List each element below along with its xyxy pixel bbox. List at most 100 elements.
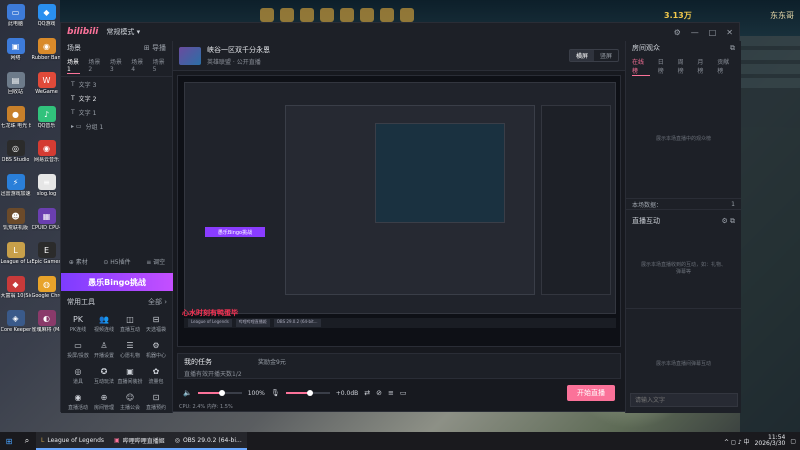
my-task-card[interactable]: 我的任务 奖励金9元 直播有效开播天数1/2 (177, 353, 621, 379)
mic-volume-slider[interactable] (285, 390, 330, 396)
room-title[interactable]: 峡谷一区双千分永恩 (207, 45, 270, 55)
desktop-icon[interactable]: ◈ Core Keeper 地... (0, 310, 31, 344)
tool-button[interactable]: ♙ 开播设置 (91, 337, 117, 363)
cpu-usage: CPU: 2.4% (179, 404, 206, 410)
tool-button[interactable]: ◉ 直播活动 (65, 389, 91, 415)
desktop-icon-label: Google Chrome (31, 293, 62, 299)
tab-online[interactable]: 在线榜 (632, 57, 650, 76)
audience-list: 展示本场直播中的观众榜 (626, 78, 741, 198)
tool-button[interactable]: ◎ 道具 (65, 363, 91, 389)
tab-weekly[interactable]: 周榜 (678, 57, 690, 76)
import-button[interactable]: ⊞ 导播 (144, 43, 166, 53)
denoise-icon[interactable]: ⊘ (376, 389, 382, 397)
scene-header: 场景 ⊞ 导播 (61, 41, 172, 55)
desktop-icon[interactable]: ≡ slog.log (31, 174, 62, 208)
portrait-button[interactable]: 竖屏 (594, 50, 618, 61)
speaker-icon[interactable]: 🔈 (183, 389, 192, 397)
taskbar-app-obs[interactable]: ◎ OBS 29.0.2 (64-bi... (169, 432, 247, 450)
tool-button[interactable]: ⊡ 直播预约 (143, 389, 169, 415)
tool-button[interactable]: ☺ 主播公会 (117, 389, 143, 415)
source-item[interactable]: T 文字 2 (61, 91, 172, 105)
desktop-icon[interactable]: ◉ Rubber Bandits (31, 38, 62, 72)
settings-icon[interactable]: ⚙ (674, 28, 681, 37)
desktop-icon[interactable]: ▭ 此电脑 (0, 4, 31, 38)
tab-scene-2[interactable]: 场景2 (88, 57, 101, 74)
tab-daily[interactable]: 日榜 (658, 57, 670, 76)
room-cover[interactable] (179, 46, 201, 65)
source-item[interactable]: T 文字 3 (61, 77, 172, 91)
desktop-icon[interactable]: ♪ QQ音乐 (31, 106, 62, 140)
interact-title: 直播互动 (632, 217, 660, 225)
desktop-icon[interactable]: ● 七龙珠 电光 炸裂！ZERO (0, 106, 31, 140)
tray-icons[interactable]: ^ ◻ ♪ 中 (724, 437, 750, 446)
tab-scene-4[interactable]: 场景4 (131, 57, 144, 74)
desktop-icon[interactable]: ◍ Google Chrome (31, 276, 62, 310)
taskbar-app-bilibili[interactable]: ▣ 哔哩哔哩直播姬 (109, 432, 170, 450)
mixer-icon[interactable]: ≡ (388, 389, 394, 397)
tool-button[interactable]: ⚙ 机器中心 (143, 337, 169, 363)
taskbar-app-league[interactable]: L League of Legends (36, 432, 110, 450)
tool-button[interactable]: ◫ 直播互动 (117, 311, 143, 337)
popout-icon[interactable]: ⧉ (730, 44, 735, 53)
preview-overlay-text: 心水时刻有鸭蛋毕 (182, 309, 238, 317)
search-icon[interactable]: ⌕ (18, 432, 36, 450)
maximize-icon[interactable]: □ (709, 28, 717, 37)
desktop-icon[interactable]: ◎ OBS Studio (0, 140, 31, 174)
add-material-button[interactable]: ⊕ 素材 (69, 257, 88, 269)
tab-scene-1[interactable]: 场景1 (67, 57, 81, 74)
app-icon: ▦ (37, 208, 56, 224)
chat-input[interactable] (630, 393, 738, 407)
microphone-icon[interactable]: 🎙 (271, 389, 280, 397)
tool-button[interactable]: PK PK连线 (65, 311, 91, 337)
desktop-icon[interactable]: ⚡ 迅雷游戏加速器 (0, 174, 31, 208)
tab-monthly[interactable]: 月榜 (697, 57, 709, 76)
desktop-icon[interactable]: L League of Legends (0, 242, 31, 276)
desktop-icon-label: QQ游戏 (37, 21, 56, 27)
desktop-icon[interactable]: ◐ 雀魂麻将 (Mahjong... (31, 310, 62, 344)
swap-icon[interactable]: ⇄ (364, 389, 370, 397)
text-icon: T (71, 80, 75, 88)
source-name: 文字 1 (78, 109, 97, 117)
clock[interactable]: 11:54 2026/3/30 (755, 435, 786, 447)
desktop-icon[interactable]: ◆ 大富翁 10(Sichen... (0, 276, 31, 310)
speaker-volume-slider[interactable] (197, 390, 242, 396)
interact-settings-icon[interactable]: ⚙ ⧉ (722, 217, 736, 226)
league-icon: L (41, 436, 45, 444)
bingo-promo-banner[interactable]: 愚乐Bingo挑战 (61, 273, 173, 291)
minimize-icon[interactable]: — (691, 28, 699, 37)
room-category: 英雄联盟 (207, 59, 232, 66)
tool-button[interactable]: ▭ 投屏/投放 (65, 337, 91, 363)
source-group[interactable]: ▸ ▭ 分组 1 (61, 119, 172, 133)
desktop-icon[interactable]: ▣ 网络 (0, 38, 31, 72)
notification-icon[interactable]: ▢ (790, 438, 796, 445)
tool-button[interactable]: ⊕ 房间管理 (91, 389, 117, 415)
close-icon[interactable]: ✕ (726, 28, 733, 37)
tool-button[interactable]: ☰ 心愿礼物 (117, 337, 143, 363)
start-icon[interactable]: ⊞ (0, 432, 18, 450)
tool-button[interactable]: ⊟ 天选福袋 (143, 311, 169, 337)
h5-plugin-button[interactable]: ⊙ H5插件 (103, 257, 130, 269)
tool-button[interactable]: ✿ 流量包 (143, 363, 169, 389)
adjust-button[interactable]: ≡ 调空 (146, 257, 165, 269)
tab-scene-3[interactable]: 场景3 (110, 57, 123, 74)
record-icon[interactable]: ▭ (400, 389, 407, 397)
desktop-icon[interactable]: W WeGame (31, 72, 62, 106)
desktop-icon[interactable]: ◆ QQ游戏 (31, 4, 62, 38)
tab-scene-5[interactable]: 场景5 (153, 57, 166, 74)
tool-button[interactable]: ✪ 互动玩法 (91, 363, 117, 389)
mode-dropdown[interactable]: 常规模式 ▾ (106, 27, 140, 37)
tool-button[interactable]: ▣ 直播间装扮 (117, 363, 143, 389)
source-item[interactable]: T 文字 1 (61, 105, 172, 119)
text-icon: T (71, 94, 75, 102)
desktop-icon[interactable]: ◉ 网易云音乐 (31, 140, 62, 174)
desktop-icon[interactable]: E Epic Games Launcher (31, 242, 62, 276)
stream-preview[interactable]: 愚乐Bingo挑战 心水时刻有鸭蛋毕 League of Legends 哔哩哔… (177, 75, 621, 347)
start-live-button[interactable]: 开始直播 (567, 385, 615, 401)
tools-more-link[interactable]: 全部 › (148, 297, 167, 307)
tab-contribution[interactable]: 贡献榜 (717, 57, 735, 76)
desktop-icon[interactable]: ☻ 饥荒联机版 (0, 208, 31, 242)
desktop-icon[interactable]: ▤ 回收站 (0, 72, 31, 106)
desktop-icon[interactable]: ▦ CPUID CPU-Z (31, 208, 62, 242)
tool-button[interactable]: 👥 视频连线 (91, 311, 117, 337)
landscape-button[interactable]: 横屏 (569, 50, 594, 61)
